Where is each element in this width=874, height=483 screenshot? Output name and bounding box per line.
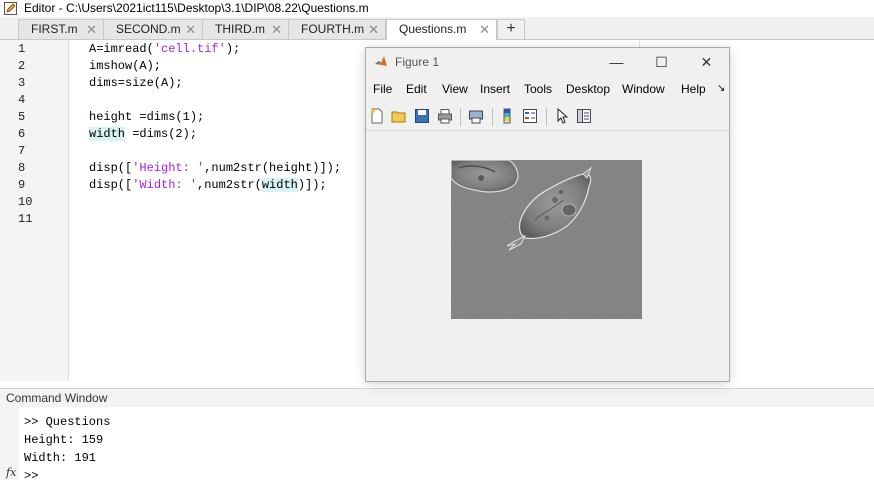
close-button[interactable]: ✕ [684, 48, 729, 76]
code-text: disp([ [89, 161, 133, 175]
figure-title: Figure 1 [395, 55, 440, 69]
new-figure-icon[interactable] [369, 108, 385, 124]
menu-window[interactable]: Window [622, 82, 665, 96]
code-text: A=imread( [89, 42, 154, 56]
add-tab-button[interactable]: + [497, 19, 525, 39]
pointer-icon[interactable] [554, 108, 570, 124]
tab-label: THIRD.m [215, 22, 265, 36]
tab-close-icon[interactable]: ✕ [185, 20, 196, 39]
tab-second[interactable]: SECOND.m ✕ [103, 19, 203, 39]
figure-menu-bar: File Edit View Insert Tools Desktop Wind… [366, 79, 729, 100]
matlab-logo-icon [375, 56, 387, 66]
function-browser-icon[interactable]: fx [6, 466, 16, 479]
menu-insert[interactable]: Insert [480, 82, 510, 96]
code-line-1: A=imread('cell.tif'); [89, 42, 240, 56]
command-window-title: Command Window [6, 391, 108, 405]
toolbar-separator [460, 108, 461, 126]
code-line-8: disp(['Height: ',num2str(height)]); [89, 161, 341, 175]
figure-title-bar: Figure 1 — ☐ ✕ [366, 48, 729, 76]
editor-tab-bar: FIRST.m ✕ SECOND.m ✕ THIRD.m ✕ FOURTH.m … [0, 17, 874, 40]
code-string: 'cell.tif' [153, 42, 226, 56]
menu-tools[interactable]: Tools [524, 82, 552, 96]
tab-first[interactable]: FIRST.m ✕ [18, 19, 104, 39]
code-line-5: height =dims(1); [89, 110, 205, 124]
tab-label: Questions.m [399, 22, 467, 36]
menu-overflow-icon[interactable]: ↘ [717, 83, 725, 94]
menu-view[interactable]: View [442, 82, 468, 96]
command-output-line: Height: 159 [24, 433, 104, 447]
line-number: 7 [18, 144, 26, 158]
tab-questions[interactable]: Questions.m ✕ [386, 19, 497, 40]
tab-label: FIRST.m [31, 22, 78, 36]
print-preview-icon[interactable] [468, 108, 484, 124]
line-number: 10 [18, 195, 33, 209]
tab-label: SECOND.m [116, 22, 181, 36]
code-line-6: width =dims(2); [89, 127, 197, 141]
menu-edit[interactable]: Edit [406, 82, 427, 96]
editor-title-bar: Editor - C:\Users\2021ict115\Desktop\3.1… [0, 0, 874, 17]
code-text: ); [225, 42, 241, 56]
editor-pencil-icon [4, 2, 17, 15]
cell-image [451, 160, 642, 319]
tab-third[interactable]: THIRD.m ✕ [202, 19, 289, 39]
command-window[interactable]: >> Questions Height: 159 Width: 191 >> f… [0, 407, 874, 483]
line-number: 4 [18, 93, 26, 107]
code-text: =dims(2); [125, 127, 198, 141]
command-output-line: Width: 191 [24, 451, 97, 465]
command-window-header: Command Window [0, 388, 874, 408]
code-string: 'Width: ' [132, 178, 198, 192]
code-string: 'Height: ' [132, 161, 205, 175]
menu-help[interactable]: Help [681, 82, 706, 96]
highlighted-variable: width [261, 178, 298, 192]
code-line-3: dims=size(A); [89, 76, 183, 90]
command-output-line: >> Questions [24, 415, 111, 429]
code-text: )]); [297, 178, 327, 192]
code-line-9: disp(['Width: ',num2str(width)]); [89, 178, 327, 192]
tab-close-icon[interactable]: ✕ [86, 20, 97, 39]
maximize-button[interactable]: ☐ [639, 48, 684, 76]
figure-window[interactable]: Figure 1 — ☐ ✕ File Edit View Insert Too… [365, 47, 730, 382]
line-number: 5 [18, 110, 26, 124]
toolbar-separator [546, 108, 547, 126]
code-line-2: imshow(A); [89, 59, 162, 73]
line-number: 11 [18, 212, 33, 226]
toolbar-separator [492, 108, 493, 126]
print-icon[interactable] [437, 108, 453, 124]
tab-close-icon[interactable]: ✕ [271, 20, 282, 39]
menu-desktop[interactable]: Desktop [566, 82, 610, 96]
line-number: 8 [18, 161, 26, 175]
line-number-gutter: 1 2 3 4 5 6 7 8 9 10 11 [0, 40, 69, 381]
tab-fourth[interactable]: FOURTH.m ✕ [288, 19, 386, 39]
line-number: 3 [18, 76, 26, 90]
line-number: 2 [18, 59, 26, 73]
code-text: disp([ [89, 178, 133, 192]
line-number: 1 [18, 42, 26, 56]
line-number: 6 [18, 127, 26, 141]
line-number: 9 [18, 178, 26, 192]
property-editor-icon[interactable] [576, 108, 592, 124]
code-text: ,num2str( [197, 178, 262, 192]
code-text: ,num2str(height)]); [204, 161, 342, 175]
tab-close-icon[interactable]: ✕ [368, 20, 379, 39]
open-file-icon[interactable] [391, 108, 407, 124]
menu-file[interactable]: File [373, 82, 392, 96]
figure-toolbar [366, 104, 729, 131]
minimize-button[interactable]: — [594, 48, 639, 76]
save-icon[interactable] [414, 108, 430, 124]
command-prompt[interactable]: >> [24, 469, 38, 483]
colorbar-icon[interactable] [499, 108, 515, 124]
highlighted-variable: width [89, 127, 126, 141]
window-title: Editor - C:\Users\2021ict115\Desktop\3.1… [24, 1, 369, 15]
tab-label: FOURTH.m [301, 22, 365, 36]
tab-close-icon[interactable]: ✕ [479, 20, 490, 39]
legend-icon[interactable] [522, 108, 538, 124]
cell-image-graphic [451, 160, 642, 319]
